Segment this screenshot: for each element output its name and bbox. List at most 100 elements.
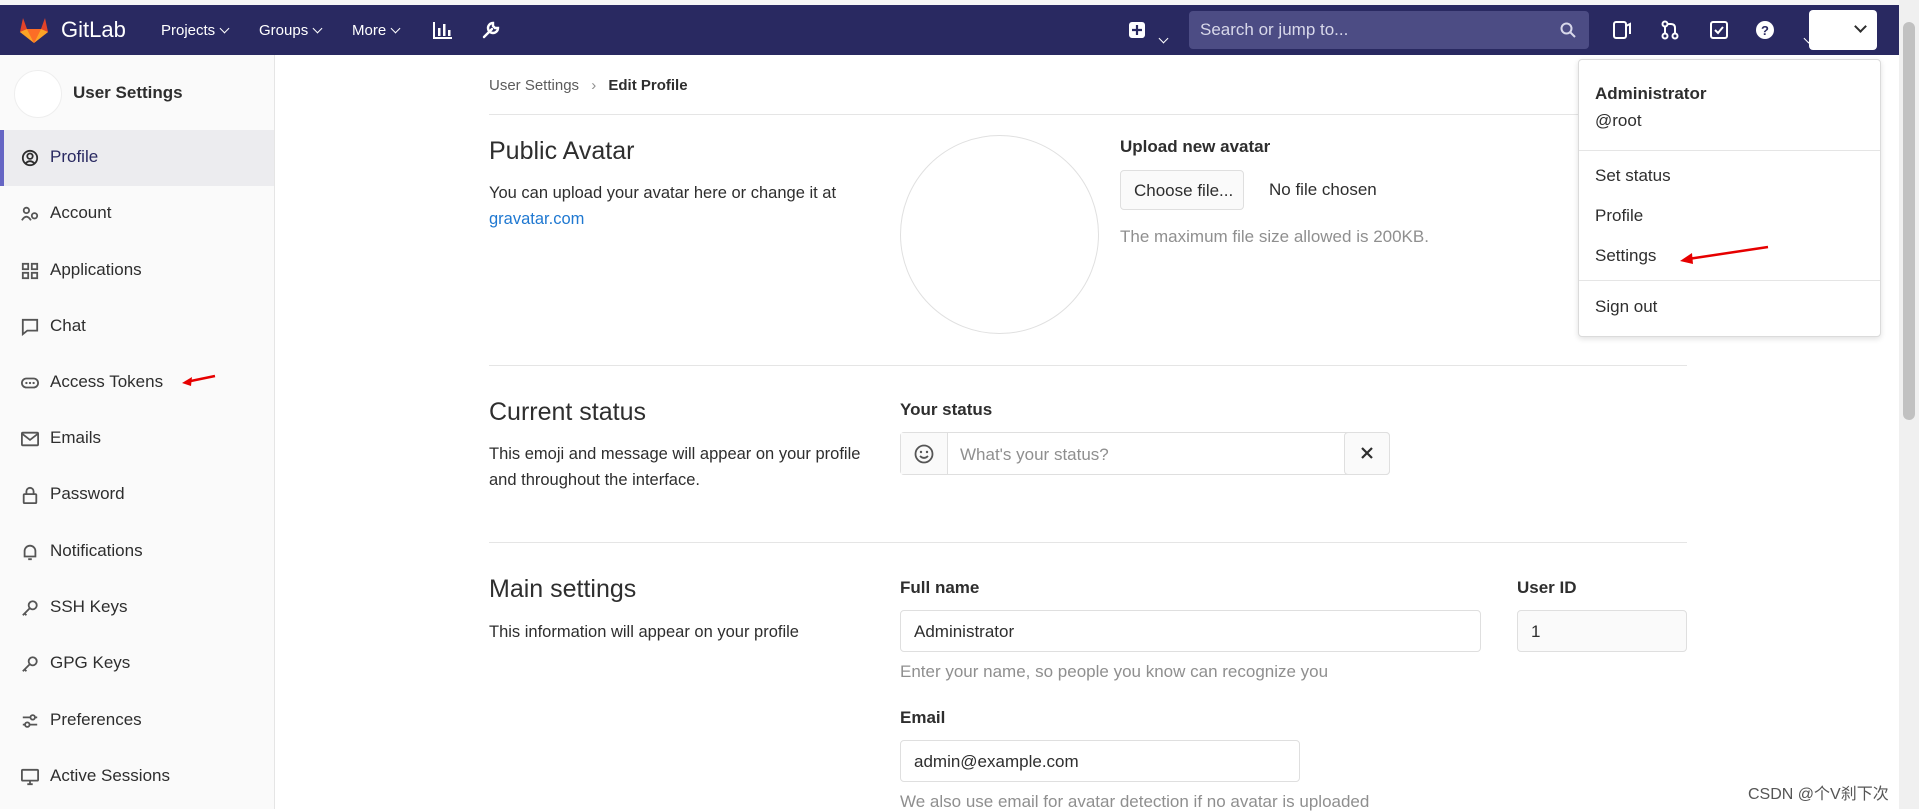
sidebar-item-label: Notifications	[50, 541, 143, 560]
todo-icon[interactable]	[1612, 20, 1632, 40]
top-navbar: GitLab Projects Groups More Search or ju…	[0, 5, 1899, 55]
close-icon	[1361, 447, 1373, 459]
sidebar-item-label: Active Sessions	[50, 766, 170, 785]
brand-name[interactable]: GitLab	[61, 17, 126, 43]
sign-out-item[interactable]: Sign out	[1595, 297, 1657, 317]
activity-chart-icon[interactable]	[432, 20, 454, 40]
account-icon	[21, 206, 39, 221]
sidebar-item-label: SSH Keys	[50, 597, 128, 616]
settings-item[interactable]: Settings	[1595, 246, 1656, 266]
status-input-group: What's your status?	[900, 432, 1390, 475]
sidebar-item-label: Account	[50, 203, 112, 222]
sidebar-item-access-tokens[interactable]: Access Tokens	[0, 355, 274, 411]
watermark: CSDN @个V刹下次	[1748, 786, 1889, 803]
svg-text:?: ?	[1761, 23, 1769, 38]
new-plus-icon[interactable]	[1128, 21, 1146, 39]
sidebar-item-notifications[interactable]: Notifications	[0, 524, 274, 580]
emoji-button[interactable]	[901, 433, 948, 474]
todos-check-icon[interactable]	[1709, 20, 1729, 40]
upload-avatar-label: Upload new avatar	[1120, 137, 1271, 156]
avatar	[14, 70, 62, 118]
projects-menu[interactable]: Projects	[161, 22, 230, 39]
annotation-arrow-icon	[1680, 245, 1769, 264]
search-placeholder: Search or jump to...	[1200, 20, 1349, 39]
dropdown-username: @root	[1595, 111, 1642, 130]
preferences-icon	[22, 714, 38, 728]
dropdown-user-name: Administrator	[1595, 84, 1707, 103]
profile-icon	[21, 149, 39, 167]
main-description: This information will appear on your pro…	[489, 623, 799, 641]
divider	[489, 365, 1687, 366]
sidebar-item-label: Access Tokens	[50, 372, 164, 391]
sidebar-item-chat[interactable]: Chat	[0, 299, 274, 355]
annotation-arrow-icon	[182, 374, 216, 386]
avatar-help: The maximum file size allowed is 200KB.	[1120, 227, 1429, 246]
chevron-down-icon	[312, 23, 323, 34]
chevron-down-icon	[219, 23, 230, 34]
sidebar-item-profile[interactable]: Profile	[0, 130, 274, 186]
help-icon[interactable]: ?	[1755, 20, 1775, 40]
sidebar-item-account[interactable]: Account	[0, 186, 274, 242]
fullname-label: Full name	[900, 578, 980, 597]
chat-icon	[21, 318, 39, 336]
fullname-help: Enter your name, so people you know can …	[900, 662, 1329, 681]
sidebar-item-emails[interactable]: Emails	[0, 411, 274, 467]
userid-input[interactable]: 1	[1517, 610, 1687, 652]
set-status-item[interactable]: Set status	[1595, 166, 1671, 186]
profile-item[interactable]: Profile	[1595, 206, 1643, 226]
section-title-avatar: Public Avatar	[489, 137, 635, 165]
monitor-icon	[21, 768, 39, 786]
admin-wrench-icon[interactable]	[480, 19, 502, 41]
avatar-preview	[900, 135, 1099, 334]
user-dropdown-menu: Administrator @root Set status Profile S…	[1578, 59, 1881, 337]
sidebar-item-active-sessions[interactable]: Active Sessions	[0, 749, 274, 805]
sidebar-item-ssh-keys[interactable]: SSH Keys	[0, 580, 274, 636]
applications-icon	[21, 262, 39, 280]
sidebar-item-gpg-keys[interactable]: GPG Keys	[0, 636, 274, 692]
avatar-description: You can upload your avatar here or chang…	[489, 184, 837, 228]
chevron-down-icon	[1854, 20, 1867, 33]
sidebar-item-label: Chat	[50, 316, 86, 335]
mail-icon	[21, 431, 39, 447]
lock-icon	[22, 486, 38, 504]
sidebar-item-password[interactable]: Password	[0, 467, 274, 523]
breadcrumb-separator-icon: ›	[591, 77, 597, 94]
sidebar-item-applications[interactable]: Applications	[0, 243, 274, 299]
divider	[489, 114, 1687, 115]
sidebar-item-label: Preferences	[50, 710, 142, 729]
sidebar-item-label: Applications	[50, 260, 142, 279]
email-help: We also use email for avatar detection i…	[900, 792, 1370, 811]
chevron-down-icon	[390, 23, 401, 34]
more-menu[interactable]: More	[352, 22, 401, 39]
breadcrumb-current[interactable]: Edit Profile	[608, 77, 687, 94]
status-description: This emoji and message will appear on yo…	[489, 445, 861, 489]
sidebar-item-label: Password	[50, 484, 125, 503]
user-menu-button[interactable]	[1809, 10, 1877, 50]
choose-file-button[interactable]: Choose file...	[1120, 170, 1244, 210]
email-label: Email	[900, 708, 946, 727]
divider	[1579, 150, 1880, 151]
bell-icon	[23, 544, 37, 561]
status-input[interactable]: What's your status?	[960, 445, 1109, 465]
divider	[1579, 280, 1880, 281]
userid-label: User ID	[1517, 578, 1577, 597]
smiley-icon	[914, 444, 934, 464]
search-icon	[1560, 22, 1576, 38]
scrollbar-thumb[interactable]	[1903, 22, 1915, 420]
chevron-down-icon[interactable]	[1158, 33, 1169, 44]
email-input[interactable]: admin@example.com	[900, 740, 1300, 782]
gravatar-link[interactable]: gravatar.com	[489, 210, 584, 228]
key-icon	[22, 600, 38, 616]
status-label: Your status	[900, 400, 993, 419]
sidebar-title[interactable]: User Settings	[73, 83, 183, 103]
key-icon	[22, 656, 38, 672]
breadcrumb-parent[interactable]: User Settings	[489, 77, 579, 94]
clear-status-button[interactable]	[1344, 432, 1390, 475]
file-status: No file chosen	[1269, 180, 1377, 199]
fullname-input[interactable]: Administrator	[900, 610, 1481, 652]
merge-requests-icon[interactable]	[1660, 20, 1680, 40]
sidebar-item-preferences[interactable]: Preferences	[0, 693, 274, 749]
gitlab-logo-icon[interactable]	[18, 14, 50, 44]
groups-menu[interactable]: Groups	[259, 22, 323, 39]
sidebar-item-label: Profile	[50, 147, 99, 166]
